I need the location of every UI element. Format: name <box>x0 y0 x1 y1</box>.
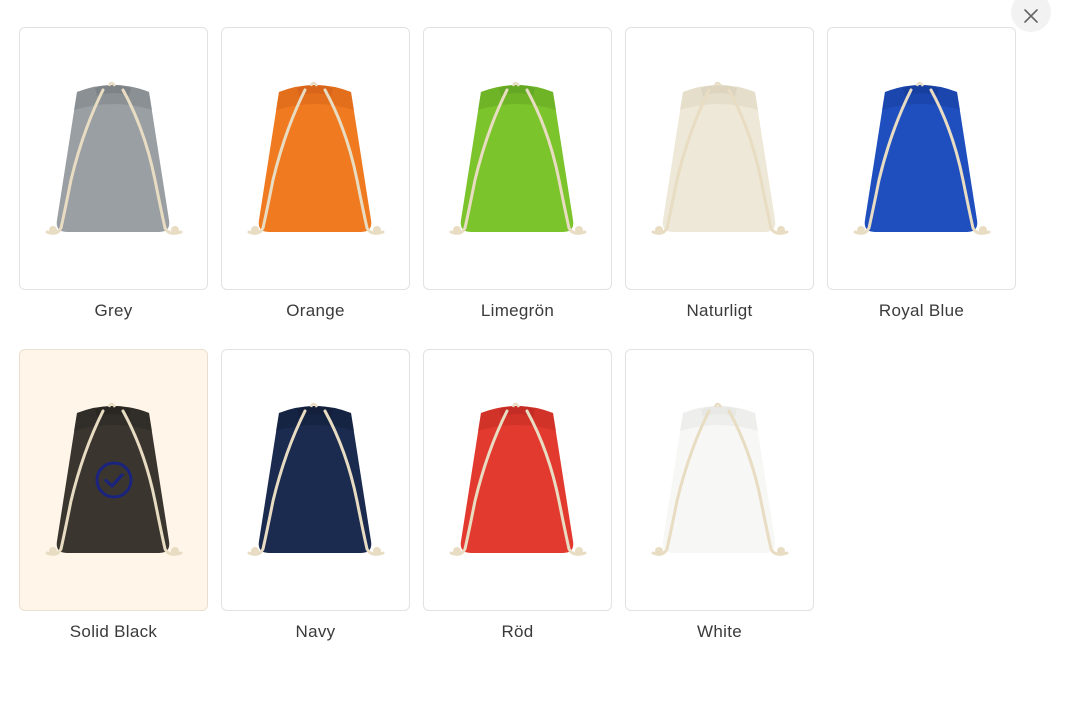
swatch-card-white[interactable]: White <box>625 349 814 643</box>
swatch-label: Naturligt <box>686 301 753 320</box>
drawstring-bag-image <box>247 81 385 235</box>
drawstring-bag-image <box>449 81 587 235</box>
swatch-card-solid-black[interactable]: Solid Black <box>19 349 208 643</box>
swatch-thumbnail[interactable] <box>221 27 410 290</box>
swatch-label: Solid Black <box>69 622 158 641</box>
swatch-card-orange[interactable]: Orange <box>221 27 410 322</box>
swatch-label: Limegrön <box>480 301 555 320</box>
swatch-thumbnail[interactable] <box>625 27 814 290</box>
close-button[interactable] <box>1011 0 1051 32</box>
swatch-card-naturligt[interactable]: Naturligt <box>625 27 814 322</box>
swatch-thumbnail[interactable] <box>625 349 814 611</box>
swatch-label: White <box>697 622 742 641</box>
drawstring-bag-image <box>449 402 587 556</box>
drawstring-bag-image <box>247 402 385 556</box>
drawstring-bag-image <box>45 81 183 235</box>
swatch-card-limegron[interactable]: Limegrön <box>423 27 612 322</box>
swatch-card-navy[interactable]: Navy <box>221 349 410 643</box>
drawstring-bag-image <box>853 81 991 235</box>
swatch-thumbnail[interactable] <box>827 27 1016 290</box>
swatch-card-grey[interactable]: Grey <box>19 27 208 322</box>
swatch-label: Röd <box>501 622 534 641</box>
drawstring-bag-image <box>651 81 789 235</box>
swatch-label: Orange <box>286 301 345 320</box>
swatch-label: Navy <box>295 622 336 641</box>
swatch-card-royal-blue[interactable]: Royal Blue <box>827 27 1016 322</box>
swatch-thumbnail[interactable] <box>19 349 208 611</box>
drawstring-bag-image <box>651 402 789 556</box>
swatch-thumbnail[interactable] <box>423 349 612 611</box>
swatch-thumbnail[interactable] <box>221 349 410 611</box>
swatch-label: Grey <box>94 301 133 320</box>
swatch-card-rod[interactable]: Röd <box>423 349 612 643</box>
swatch-label: Royal Blue <box>878 301 965 320</box>
color-swatch-grid: Grey Orange Limegrön Naturligt Royal Blu… <box>19 27 1016 643</box>
swatch-thumbnail[interactable] <box>19 27 208 290</box>
swatch-thumbnail[interactable] <box>423 27 612 290</box>
close-icon <box>1024 9 1038 23</box>
check-circle-icon <box>95 461 132 499</box>
